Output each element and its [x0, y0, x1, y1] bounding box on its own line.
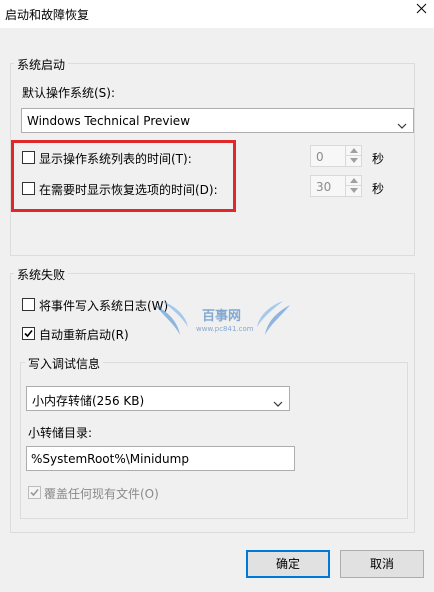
show-recovery-label[interactable]: 在需要时显示恢复选项的时间(D):	[39, 181, 218, 198]
spin-up-icon[interactable]	[345, 176, 361, 186]
system-failure-group-title: 系统失败	[14, 266, 69, 283]
dump-dir-value: %SystemRoot%\Minidump	[31, 452, 189, 466]
auto-restart-label[interactable]: 自动重新启动(R)	[39, 326, 129, 343]
show-os-list-checkbox[interactable]	[22, 151, 35, 164]
overwrite-checkbox[interactable]	[28, 486, 41, 499]
ok-button[interactable]: 确定	[246, 550, 330, 578]
write-event-checkbox[interactable]	[22, 298, 35, 311]
watermark-url: www.pc841.com	[196, 325, 254, 333]
show-recovery-value: 30	[316, 180, 332, 194]
chevron-down-icon	[397, 118, 407, 132]
chevron-down-icon	[273, 396, 283, 410]
seconds-unit-label: 秒	[372, 152, 385, 166]
checkmark-icon	[30, 488, 39, 497]
dump-dir-label: 小转储目录:	[28, 426, 93, 440]
window-title: 启动和故障恢复	[5, 8, 90, 22]
debug-type-select[interactable]: 小内存转储(256 KB)	[26, 386, 290, 411]
default-os-label: 默认操作系统(S):	[22, 86, 116, 100]
spin-down-icon[interactable]	[345, 186, 361, 197]
seconds-unit-label: 秒	[372, 182, 385, 196]
show-recovery-spinner[interactable]: 30	[310, 175, 362, 197]
spin-up-icon[interactable]	[345, 146, 361, 156]
overwrite-label[interactable]: 覆盖任何现有文件(O)	[44, 485, 159, 502]
default-os-value: Windows Technical Preview	[27, 114, 191, 128]
close-icon[interactable]	[410, 0, 432, 22]
auto-restart-checkbox[interactable]	[22, 327, 35, 340]
debug-type-value: 小内存转储(256 KB)	[32, 394, 145, 408]
debug-info-group-title: 写入调试信息	[25, 355, 104, 372]
write-event-label[interactable]: 将事件写入系统日志(W)	[39, 297, 168, 314]
watermark-logo: 百事网 www.pc841.com	[150, 295, 295, 345]
startup-recovery-dialog: 启动和故障恢复 系统启动 默认操作系统(S): Windows Technica…	[0, 0, 434, 592]
show-os-list-spinner[interactable]: 0	[310, 145, 362, 167]
show-recovery-checkbox[interactable]	[22, 182, 35, 195]
system-startup-group-title: 系统启动	[14, 56, 69, 73]
watermark-text: 百事网	[202, 309, 242, 324]
default-os-select[interactable]: Windows Technical Preview	[21, 108, 414, 133]
show-os-list-value: 0	[316, 150, 324, 164]
show-os-list-label[interactable]: 显示操作系统列表的时间(T):	[39, 150, 192, 167]
spin-down-icon[interactable]	[345, 156, 361, 167]
cancel-button[interactable]: 取消	[340, 550, 424, 578]
dump-dir-input[interactable]: %SystemRoot%\Minidump	[26, 446, 295, 471]
checkmark-icon	[24, 329, 33, 338]
title-bar: 启动和故障恢复	[0, 0, 434, 28]
